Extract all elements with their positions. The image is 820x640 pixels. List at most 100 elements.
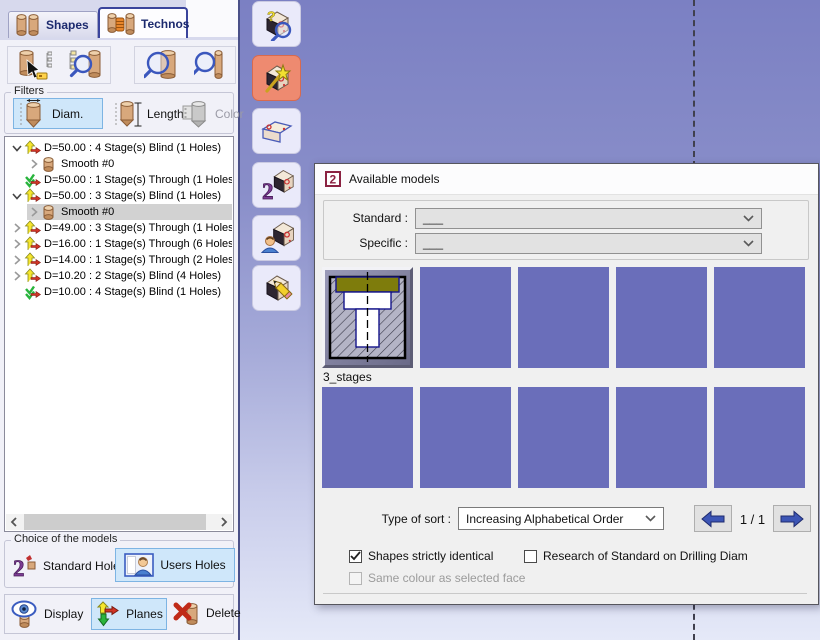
standard-holes-button[interactable]: 2Standard Holes <box>11 553 126 579</box>
tree-row-line[interactable]: D=50.00 : 3 Stage(s) Blind (1 Holes) <box>10 188 232 204</box>
checkbox-box <box>349 572 362 585</box>
sort-dropdown[interactable]: Increasing Alphabetical Order <box>458 507 664 530</box>
pick-hole-button[interactable] <box>11 48 57 82</box>
scroll-track[interactable] <box>22 514 216 530</box>
checkbox-box[interactable] <box>524 550 537 563</box>
chevron-open-icon[interactable] <box>10 190 23 202</box>
tree-row-line[interactable]: D=10.20 : 2 Stage(s) Blind (4 Holes) <box>10 268 232 284</box>
model-slot-empty[interactable] <box>518 387 609 488</box>
tree-row[interactable]: Smooth #0 <box>6 156 232 172</box>
hole-axis-icon <box>23 236 41 252</box>
tree-search-icon <box>66 49 102 81</box>
model-slot-3-stages[interactable] <box>322 267 413 368</box>
tree-row-line[interactable]: Smooth #0 <box>27 156 232 172</box>
magic-wand-button[interactable] <box>252 55 301 101</box>
tree-row-line[interactable]: D=14.00 : 1 Stage(s) Through (2 Holes) <box>10 252 232 268</box>
prev-page-button[interactable] <box>694 505 732 532</box>
tree-row[interactable]: D=10.20 : 2 Stage(s) Blind (4 Holes) <box>6 268 232 284</box>
next-page-button[interactable] <box>773 505 811 532</box>
standard-dropdown[interactable]: ___ <box>415 208 762 229</box>
model-slot-empty[interactable] <box>714 267 805 368</box>
scroll-left-icon[interactable] <box>6 514 22 530</box>
dd-chevron-icon <box>743 215 754 222</box>
tab-label: Technos <box>141 17 189 31</box>
tree-row-line[interactable]: D=50.00 : 4 Stage(s) Blind (1 Holes) <box>10 140 232 156</box>
checkbox-label: Same colour as selected face <box>368 571 525 585</box>
tree-row[interactable]: D=50.00 : 4 Stage(s) Blind (1 Holes) <box>6 140 232 156</box>
tree-row-line[interactable]: D=16.00 : 1 Stage(s) Through (6 Holes) <box>10 236 232 252</box>
model-slot-empty[interactable] <box>616 387 707 488</box>
help-search-button[interactable]: ? <box>252 1 301 47</box>
chevron-closed-icon[interactable] <box>27 158 40 170</box>
zoom-hole-button[interactable] <box>186 48 232 82</box>
tab-shapes[interactable]: Shapes <box>8 11 98 38</box>
planes-button[interactable]: Planes <box>91 598 167 630</box>
pick-hole-icon <box>16 49 52 81</box>
checkbox-research-of-standard-on-drilling-diam[interactable]: Research of Standard on Drilling Diam <box>524 549 748 563</box>
tabstrip-spacer <box>186 0 238 37</box>
tree-row-label: D=10.00 : 4 Stage(s) Blind (1 Holes) <box>41 286 224 298</box>
specific-dropdown[interactable]: ___ <box>415 233 762 254</box>
chevron-closed-icon[interactable] <box>10 254 23 266</box>
checkbox-same-colour-as-selected-face: Same colour as selected face <box>349 571 525 585</box>
tree-row[interactable]: Smooth #0 <box>6 204 232 220</box>
model-slot-empty[interactable] <box>322 387 413 488</box>
tree-row-line[interactable]: D=10.00 : 4 Stage(s) Blind (1 Holes) <box>10 284 232 300</box>
tree-row[interactable]: D=49.00 : 3 Stage(s) Through (1 Holes) <box>6 220 232 236</box>
scroll-right-icon[interactable] <box>216 514 232 530</box>
dropdown-value: ___ <box>423 236 443 250</box>
model-label: 3_stages <box>323 370 372 384</box>
tree-row[interactable]: D=50.00 : 1 Stage(s) Through (1 Holes) <box>6 172 232 188</box>
standard-two-button[interactable]: 2 <box>252 162 301 208</box>
chevron-closed-icon[interactable] <box>27 206 40 218</box>
checkbox-shapes-strictly-identical[interactable]: Shapes strictly identical <box>349 549 493 563</box>
edit-pencil-button[interactable] <box>252 265 301 311</box>
tree-row[interactable]: D=14.00 : 1 Stage(s) Through (2 Holes) <box>6 252 232 268</box>
hole-axis-green-icon <box>23 172 41 188</box>
dialog-titlebar[interactable]: 2 Available models <box>315 164 818 195</box>
filter-color-button: Color <box>177 98 248 129</box>
chevron-placeholder <box>10 174 23 186</box>
chevron-closed-icon[interactable] <box>10 238 23 250</box>
user-hole-button[interactable] <box>252 215 301 261</box>
chevron-closed-icon[interactable] <box>10 270 23 282</box>
face-box-button[interactable] <box>252 108 301 154</box>
tree-row-line[interactable]: D=49.00 : 3 Stage(s) Through (1 Holes) <box>10 220 232 236</box>
model-slot-empty[interactable] <box>518 267 609 368</box>
model-slot-empty[interactable] <box>420 387 511 488</box>
arrow-right-icon <box>779 510 805 528</box>
tree-row[interactable]: D=10.00 : 4 Stage(s) Blind (1 Holes) <box>6 284 232 300</box>
tree-row-label: D=50.00 : 3 Stage(s) Blind (1 Holes) <box>41 190 224 202</box>
eye-icon <box>11 600 39 628</box>
filter-length-button[interactable]: Length <box>109 98 188 129</box>
chevron-closed-icon[interactable] <box>10 222 23 234</box>
model-slot-empty[interactable] <box>616 267 707 368</box>
hole-axis-icon <box>23 268 41 284</box>
tab-technos[interactable]: Technos <box>98 7 188 38</box>
scroll-thumb[interactable] <box>24 514 206 530</box>
action-label: Display <box>44 607 83 621</box>
tree-search-button[interactable] <box>61 48 107 82</box>
holes-side-panel: ShapesTechnos Filters Diam.LengthColor D… <box>0 0 240 640</box>
panel-tabstrip: Shapes Technos <box>0 0 238 40</box>
tree-row-label: Smooth #0 <box>58 206 117 218</box>
tree-hscrollbar[interactable] <box>6 514 232 530</box>
checkbox-box[interactable] <box>349 550 362 563</box>
field-row-specific: Specific :___ <box>324 232 808 254</box>
zoom-holes-button[interactable] <box>138 48 184 82</box>
model-slot-empty[interactable] <box>420 267 511 368</box>
actions-frame: DisplayPlanesDelete <box>4 594 234 634</box>
tree-row-line[interactable]: Smooth #0 <box>27 204 232 220</box>
filter-diam-button[interactable]: Diam. <box>13 98 103 129</box>
filter-length-icon <box>113 98 143 130</box>
chevron-open-icon[interactable] <box>10 142 23 154</box>
tree-row-label: D=16.00 : 1 Stage(s) Through (6 Holes) <box>41 238 232 250</box>
tree-row[interactable]: D=50.00 : 3 Stage(s) Blind (1 Holes) <box>6 188 232 204</box>
users-holes-icon <box>124 552 154 578</box>
display-button[interactable]: Display <box>11 600 83 628</box>
model-slot-empty[interactable] <box>714 387 805 488</box>
delete-button[interactable]: Delete <box>173 600 241 626</box>
tree-row[interactable]: D=16.00 : 1 Stage(s) Through (6 Holes) <box>6 236 232 252</box>
tree-row-line[interactable]: D=50.00 : 1 Stage(s) Through (1 Holes) <box>10 172 232 188</box>
users-holes-button[interactable]: Users Holes <box>115 548 235 582</box>
